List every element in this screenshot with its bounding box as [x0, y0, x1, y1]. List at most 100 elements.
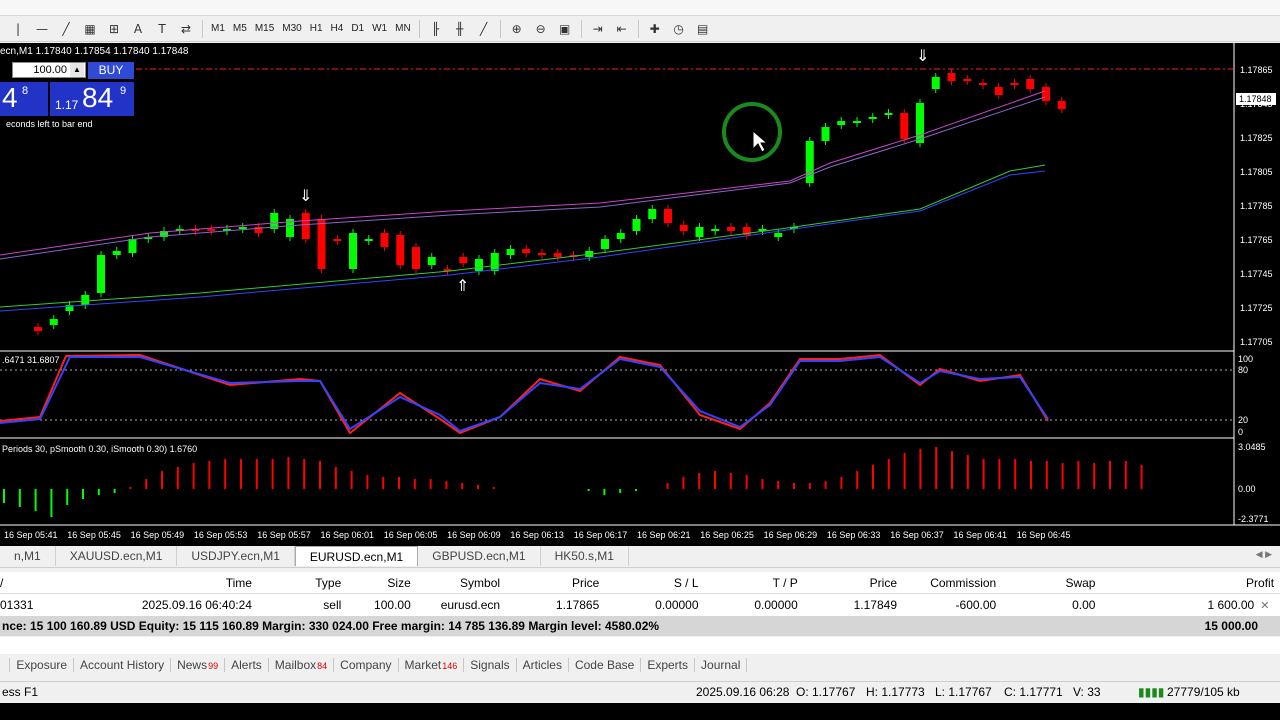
time-axis-label: 16 Sep 06:09: [447, 530, 501, 540]
candle: [679, 225, 688, 231]
shapes-icon[interactable]: ⇄: [174, 18, 198, 40]
buy-price-button[interactable]: 1.17 84 9: [50, 82, 134, 116]
tab-symbol-0[interactable]: n,M1: [0, 546, 56, 566]
price-axis-label: 1.17865: [1240, 65, 1273, 75]
col-tp[interactable]: T / P: [705, 576, 804, 590]
screen-border: [0, 703, 1280, 720]
toolbox-tabs: Exposure Account History News99 Alerts M…: [0, 655, 1280, 675]
zoom-in-icon[interactable]: ⊕: [505, 18, 529, 40]
candle: [931, 77, 940, 89]
candle: [853, 121, 861, 123]
tab-usdjpy[interactable]: USDJPY.ecn,M1: [177, 546, 295, 566]
tab-eurusd[interactable]: EURUSD.ecn,M1: [294, 546, 419, 566]
trendline-icon[interactable]: ╱: [54, 18, 78, 40]
cell-size: 100.00: [374, 598, 411, 612]
candle: [238, 227, 247, 229]
chart-shift-icon[interactable]: ⇤: [610, 18, 634, 40]
col-sl[interactable]: S / L: [605, 576, 704, 590]
autoscroll-icon[interactable]: ⇥: [586, 18, 610, 40]
tab-experts[interactable]: Experts: [641, 658, 696, 672]
candle-chart-icon[interactable]: ╫: [448, 18, 472, 40]
tab-market[interactable]: Market146: [399, 658, 465, 672]
col-profit[interactable]: Profit: [1101, 576, 1280, 590]
tab-alerts[interactable]: Alerts: [225, 658, 269, 672]
candle: [396, 235, 405, 265]
zoom-out-icon[interactable]: ⊖: [529, 18, 553, 40]
label-icon[interactable]: T: [150, 18, 174, 40]
table-row[interactable]: 01331 2025.09.16 06:40:24 sell 100.00 eu…: [0, 594, 1280, 616]
tab-articles[interactable]: Articles: [517, 658, 569, 672]
col-size[interactable]: Size: [347, 576, 416, 590]
buy-price-small: 1.17: [55, 98, 79, 112]
timeframe-w1[interactable]: W1: [368, 18, 391, 40]
candle: [664, 209, 672, 223]
col-symbol[interactable]: Symbol: [417, 576, 506, 590]
timeframe-m1[interactable]: M1: [207, 18, 229, 40]
col-swap[interactable]: Swap: [1002, 576, 1101, 590]
tab-hk50[interactable]: HK50.s,M1: [541, 546, 629, 566]
tab-xauusd[interactable]: XAUUSD.ecn,M1: [56, 546, 178, 566]
candle: [506, 249, 515, 255]
price-axis-label: 1.17785: [1240, 201, 1273, 211]
timeframe-d1[interactable]: D1: [347, 18, 368, 40]
cell-tp: 0.00000: [754, 598, 798, 612]
lot-up-icon[interactable]: ▲: [70, 63, 84, 77]
buy-button[interactable]: BUY: [88, 62, 134, 79]
text-icon[interactable]: A: [126, 18, 150, 40]
tab-gbpusd[interactable]: GBPUSD.ecn,M1: [418, 546, 541, 566]
col-time[interactable]: Time: [79, 576, 258, 590]
time-axis-label: 16 Sep 06:13: [510, 530, 564, 540]
cursor-icon[interactable]: |: [6, 18, 30, 40]
tab-company[interactable]: Company: [334, 658, 399, 672]
col-current-price[interactable]: Price: [804, 576, 903, 590]
tab-mailbox[interactable]: Mailbox84: [269, 658, 335, 672]
sell-price-button[interactable]: 4 8: [0, 82, 48, 116]
indicator2-label: Periods 30, pSmooth 0.30, iSmooth 0.30) …: [2, 444, 198, 454]
close-position-icon[interactable]: ✕: [1260, 599, 1280, 612]
time-axis-label: 16 Sep 06:33: [827, 530, 881, 540]
candle: [364, 239, 373, 241]
timeframe-m30[interactable]: M30: [278, 18, 305, 40]
channel-icon[interactable]: ▦: [78, 18, 102, 40]
time-axis-label: 16 Sep 06:45: [1017, 530, 1071, 540]
cell-type: sell: [323, 598, 342, 612]
candle: [128, 239, 137, 253]
status-close: C: 1.17771: [1004, 685, 1063, 699]
fibonacci-icon[interactable]: ⊞: [102, 18, 126, 40]
stoch-level-label: 20: [1238, 415, 1248, 425]
bar-chart-icon[interactable]: ╟: [424, 18, 448, 40]
tile-windows-icon[interactable]: ▣: [553, 18, 577, 40]
candle: [1042, 87, 1050, 101]
candle: [648, 209, 657, 219]
timeframe-h4[interactable]: H4: [327, 18, 348, 40]
timeframe-m15[interactable]: M15: [251, 18, 278, 40]
timeframe-mn[interactable]: MN: [391, 18, 415, 40]
tab-news[interactable]: News99: [171, 658, 226, 672]
hline-icon[interactable]: —: [30, 18, 54, 40]
tab-prev[interactable]: [0, 658, 11, 672]
timeframe-m5[interactable]: M5: [229, 18, 251, 40]
buy-price-big: 84: [82, 82, 114, 113]
tab-signals[interactable]: Signals: [464, 658, 517, 672]
indicators-icon[interactable]: ✚: [643, 18, 667, 40]
candle: [333, 239, 342, 241]
tab-journal[interactable]: Journal: [695, 658, 748, 672]
col-type[interactable]: Type: [258, 576, 347, 590]
tab-account-history[interactable]: Account History: [74, 658, 172, 672]
tab-exposure[interactable]: Exposure: [10, 658, 75, 672]
line-chart-icon[interactable]: ╱: [472, 18, 496, 40]
status-open: O: 1.17767: [796, 685, 856, 699]
tab-code-base[interactable]: Code Base: [569, 658, 642, 672]
templates-icon[interactable]: ▤: [691, 18, 715, 40]
separator: [418, 19, 420, 38]
col-commission[interactable]: Commission: [903, 576, 1002, 590]
tab-scroll-icon[interactable]: ◀ ▶: [1256, 549, 1272, 560]
col-ticket[interactable]: /: [0, 576, 79, 590]
cell-price: 1.17865: [555, 598, 600, 612]
periods-icon[interactable]: ◷: [667, 18, 691, 40]
status-low: L: 1.17767: [935, 685, 992, 699]
price-axis-label: 1.17805: [1240, 167, 1273, 177]
col-price[interactable]: Price: [506, 576, 605, 590]
timeframe-h1[interactable]: H1: [306, 18, 327, 40]
price-chart[interactable]: 1.178651.178451.178251.178051.177851.177…: [0, 43, 1280, 546]
